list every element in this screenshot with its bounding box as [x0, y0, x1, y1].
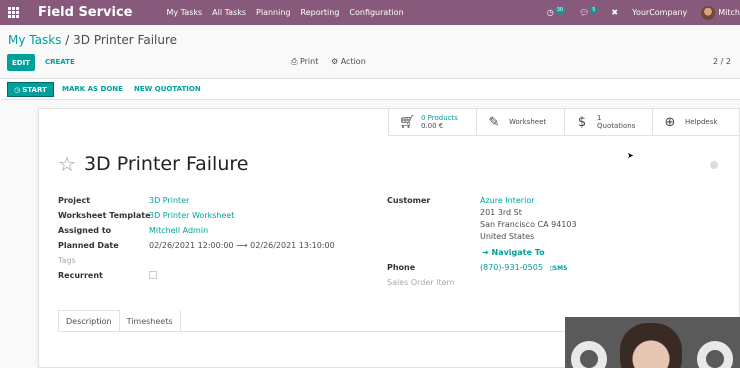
customer-label: Customer [387, 196, 431, 205]
worksheet-smart-button[interactable]: ✎ Worksheet [476, 108, 564, 136]
logo-ring [571, 341, 607, 368]
mouse-cursor-icon: ➤ [627, 151, 634, 160]
project-value[interactable]: 3D Printer [149, 196, 189, 205]
assigned-to-label: Assigned to [58, 226, 112, 235]
kanban-state-indicator[interactable] [710, 161, 718, 169]
worksheet-template-value[interactable]: 3D Printer Worksheet [149, 211, 234, 220]
edit-button[interactable]: EDIT [7, 54, 35, 71]
sms-button[interactable]: ▯SMS [549, 265, 567, 272]
app-brand[interactable]: Field Service [38, 5, 133, 20]
chat-icon: 💬︎ [579, 8, 590, 17]
worksheet-label: Worksheet [509, 118, 547, 126]
quotations-label: Quotations [597, 122, 636, 130]
gear-icon: ⚙ [331, 57, 339, 66]
webcam-overlay [565, 317, 740, 368]
menu-configuration[interactable]: Configuration [349, 8, 403, 17]
phone-value[interactable]: (870)-931-0505 [480, 263, 543, 272]
products-amount: 0.00 € [421, 122, 444, 130]
helpdesk-smart-button[interactable]: ⊕ Helpdesk [652, 108, 740, 136]
action-label: Action [340, 57, 366, 66]
customer-country: United States [480, 232, 535, 241]
dollar-icon: $ [577, 114, 587, 130]
assigned-to-value[interactable]: Mitchell Admin [149, 226, 208, 235]
print-button[interactable]: ⎙ Print [291, 57, 318, 67]
menu-all-tasks[interactable]: All Tasks [212, 8, 246, 17]
planned-date-label: Planned Date [58, 241, 119, 250]
arrow-right-icon: ⟶ [236, 241, 251, 250]
lifebuoy-icon: ⊕ [664, 114, 676, 130]
action-button[interactable]: ⚙ Action [331, 57, 366, 66]
user-menu[interactable]: Mitch [718, 8, 740, 17]
planned-date-range: 02/26/2021 12:00:00 ⟶ 02/26/2021 13:10:0… [149, 241, 335, 250]
cart-icon: 🛒︎ [399, 114, 416, 130]
customer-street: 201 3rd St [480, 208, 522, 217]
top-navbar: Field Service My Tasks All Tasks Plannin… [0, 0, 740, 25]
breadcrumb: My Tasks / 3D Printer Failure [8, 33, 177, 47]
smart-buttons: 🛒︎ 0 Products 0.00 € ✎ Worksheet $ 1 Quo… [388, 108, 740, 136]
apps-menu-icon[interactable] [8, 6, 20, 19]
task-title-row: ☆ 3D Printer Failure [58, 152, 248, 176]
page-title: 3D Printer Failure [83, 153, 249, 175]
timer-icon: ◷ [14, 85, 21, 94]
pager[interactable]: 2 / 2 [713, 57, 731, 66]
pencil-icon: ✎ [488, 114, 500, 130]
quotations-count: 1 [597, 114, 602, 122]
presenter-video [620, 323, 682, 368]
create-button[interactable]: CREATE [45, 58, 75, 66]
navigate-label: Navigate To [491, 248, 545, 257]
messages-badge: 5 [590, 6, 598, 13]
tab-description[interactable]: Description [58, 310, 120, 331]
sms-label: SMS [552, 265, 568, 272]
notebook-tabs: Description Timesheets [58, 310, 181, 331]
mark-as-done-button[interactable]: MARK AS DONE [62, 85, 123, 93]
start-label: START [22, 85, 47, 94]
customer-city: San Francisco CA 94103 [480, 220, 577, 229]
menu-my-tasks[interactable]: My Tasks [167, 8, 203, 17]
logo-ring [697, 341, 733, 368]
planned-start: 02/26/2021 12:00:00 [149, 241, 234, 250]
arrow-right-icon: ➔ [482, 248, 489, 257]
star-icon[interactable]: ☆ [58, 152, 76, 176]
project-label: Project [58, 196, 91, 205]
worksheet-template-label: Worksheet Template [58, 211, 151, 220]
avatar[interactable] [701, 5, 716, 20]
breadcrumb-current: 3D Printer Failure [73, 33, 178, 47]
recurrent-label: Recurrent [58, 271, 103, 280]
phone-field: (870)-931-0505 ▯SMS [480, 263, 567, 272]
breadcrumb-parent[interactable]: My Tasks [8, 33, 61, 47]
tab-timesheets[interactable]: Timesheets [119, 310, 181, 331]
new-quotation-button[interactable]: NEW QUOTATION [134, 85, 201, 93]
main-menu: My Tasks All Tasks Planning Reporting Co… [167, 8, 404, 17]
customer-name[interactable]: Azure Interior [480, 196, 535, 205]
clock-icon: ◷ [546, 8, 554, 17]
debug-menu[interactable]: ✖ [611, 8, 618, 17]
tags-label: Tags [58, 256, 76, 265]
activity-menu[interactable]: ◷ 30 [546, 6, 566, 17]
recurrent-checkbox[interactable] [149, 271, 157, 279]
menu-reporting[interactable]: Reporting [301, 8, 340, 17]
products-count: 0 Products [421, 114, 458, 122]
systray: ◷ 30 💬︎ 5 ✖ YourCompany Mitch [547, 0, 740, 25]
helpdesk-label: Helpdesk [685, 118, 718, 126]
planned-end: 02/26/2021 13:10:00 [250, 241, 335, 250]
tools-icon: ✖ [611, 8, 619, 17]
activity-badge: 30 [554, 6, 566, 13]
messaging-menu[interactable]: 💬︎ 5 [579, 6, 598, 17]
sales-order-item-label: Sales Order Item [387, 278, 455, 287]
products-smart-button[interactable]: 🛒︎ 0 Products 0.00 € [388, 108, 476, 136]
print-label: Print [299, 57, 319, 66]
navigate-to-link[interactable]: ➔ Navigate To [482, 248, 545, 257]
start-button[interactable]: ◷ START [7, 82, 54, 97]
company-switcher[interactable]: YourCompany [632, 8, 687, 17]
quotations-smart-button[interactable]: $ 1 Quotations [564, 108, 652, 136]
phone-label: Phone [387, 263, 416, 272]
print-icon: ⎙ [291, 57, 298, 66]
breadcrumb-separator: / [65, 33, 70, 47]
menu-planning[interactable]: Planning [256, 8, 290, 17]
